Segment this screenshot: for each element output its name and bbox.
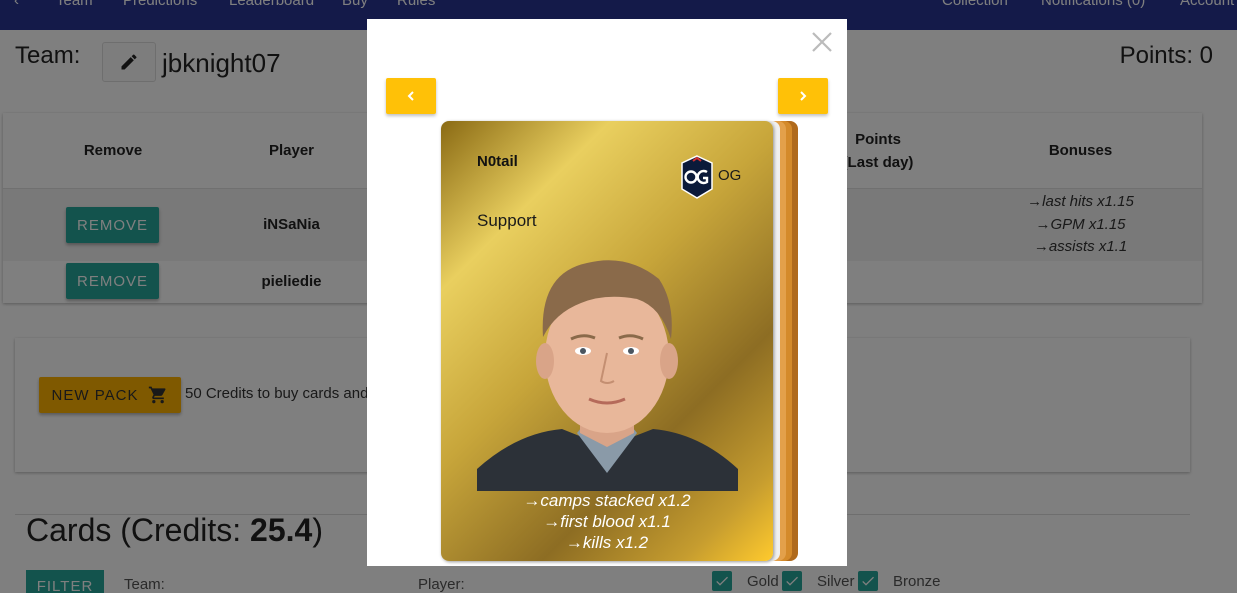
card-bonus: →camps stacked x1.2: [523, 491, 691, 510]
prev-card-button[interactable]: [386, 78, 436, 114]
card-player-name: N0tail: [477, 153, 518, 170]
chevron-right-icon: [800, 91, 807, 101]
next-card-button[interactable]: [778, 78, 828, 114]
player-portrait: [477, 260, 738, 491]
player-card[interactable]: N0tail OG Support →camps stacked x1.2 →f…: [441, 121, 773, 561]
close-icon: [812, 32, 832, 52]
og-logo-icon: [681, 155, 713, 199]
card-bonus: →first blood x1.1: [543, 512, 671, 531]
card-team-tag: OG: [718, 167, 742, 184]
close-button[interactable]: [807, 27, 837, 57]
card-stack: N0tail OG Support →camps stacked x1.2 →f…: [441, 121, 798, 561]
card-role: Support: [477, 211, 537, 230]
card-viewer-modal: N0tail OG Support →camps stacked x1.2 →f…: [367, 19, 847, 566]
card-bonus: →kills x1.2: [565, 533, 649, 552]
chevron-left-icon: [407, 91, 414, 101]
